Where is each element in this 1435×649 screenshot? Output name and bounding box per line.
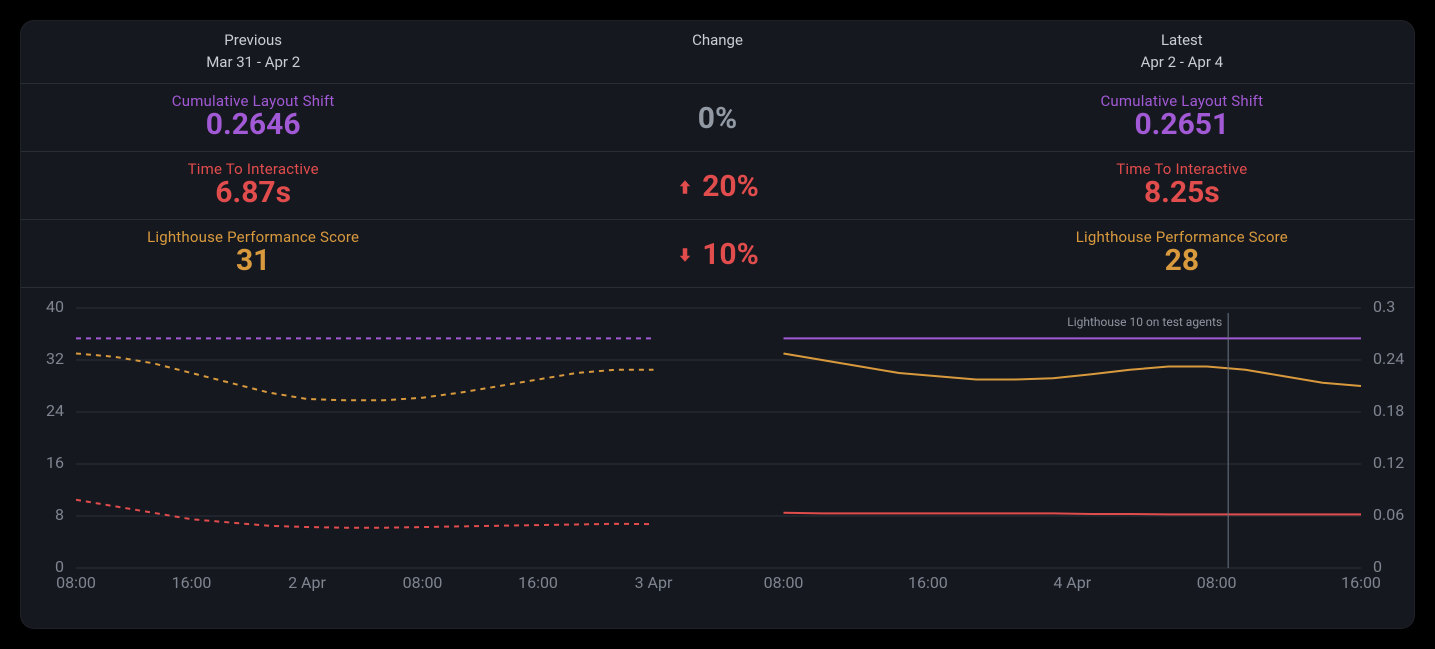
- chart-svg: 081624324000.060.120.180.240.308:0016:00…: [21, 288, 1415, 608]
- svg-text:8: 8: [55, 505, 64, 524]
- header-latest-range: Apr 2 - Apr 4: [950, 53, 1414, 71]
- metric-tti-latest: Time To Interactive 8.25s: [950, 152, 1414, 219]
- metric-tti-change: 20%: [485, 152, 949, 219]
- metric-lh-change-text: 10%: [702, 238, 759, 271]
- arrow-down-icon: [676, 246, 694, 264]
- metric-cls-latest: Cumulative Layout Shift 0.2651: [950, 84, 1414, 151]
- metric-lh-latest: Lighthouse Performance Score 28: [950, 220, 1414, 287]
- metric-tti-change-value: 20%: [676, 170, 759, 203]
- metric-cls-previous-value: 0.2646: [21, 108, 485, 141]
- svg-text:4 Apr: 4 Apr: [1053, 573, 1091, 592]
- metric-lh-previous: Lighthouse Performance Score 31: [21, 220, 485, 287]
- metric-tti-change-text: 20%: [702, 170, 759, 203]
- svg-text:0.12: 0.12: [1373, 453, 1404, 472]
- metric-cls-latest-value: 0.2651: [950, 108, 1414, 141]
- header-previous: Previous Mar 31 - Apr 2: [21, 21, 485, 83]
- svg-text:32: 32: [46, 349, 64, 368]
- metric-tti-previous: Time To Interactive 6.87s: [21, 152, 485, 219]
- metric-cls-change: 0%: [485, 84, 949, 151]
- svg-text:0.24: 0.24: [1373, 349, 1404, 368]
- header-latest-title: Latest: [950, 31, 1414, 49]
- metric-row-lighthouse: Lighthouse Performance Score 31 10% Ligh…: [21, 220, 1414, 288]
- svg-text:16: 16: [46, 453, 64, 472]
- svg-text:3 Apr: 3 Apr: [635, 573, 673, 592]
- svg-text:2 Apr: 2 Apr: [288, 573, 326, 592]
- svg-text:16:00: 16:00: [1341, 573, 1381, 592]
- metric-tti-latest-value: 8.25s: [950, 176, 1414, 209]
- metric-cls-change-value: 0%: [698, 102, 737, 135]
- metric-lh-latest-value: 28: [950, 244, 1414, 277]
- header-change: Change: [485, 21, 949, 83]
- svg-text:16:00: 16:00: [518, 573, 558, 592]
- header-previous-title: Previous: [21, 31, 485, 49]
- header-latest: Latest Apr 2 - Apr 4: [950, 21, 1414, 83]
- header-change-title: Change: [485, 31, 949, 49]
- svg-text:16:00: 16:00: [908, 573, 948, 592]
- header-row: Previous Mar 31 - Apr 2 Change Latest Ap…: [21, 21, 1414, 84]
- metric-lh-change: 10%: [485, 220, 949, 287]
- svg-text:0.18: 0.18: [1373, 401, 1404, 420]
- metric-row-cls: Cumulative Layout Shift 0.2646 0% Cumula…: [21, 84, 1414, 152]
- perf-comparison-card: Previous Mar 31 - Apr 2 Change Latest Ap…: [20, 20, 1415, 629]
- svg-text:40: 40: [46, 297, 64, 316]
- svg-text:16:00: 16:00: [172, 573, 212, 592]
- svg-text:08:00: 08:00: [1197, 573, 1237, 592]
- header-previous-range: Mar 31 - Apr 2: [21, 53, 485, 71]
- svg-text:Lighthouse 10 on test agents: Lighthouse 10 on test agents: [1067, 315, 1222, 329]
- svg-text:08:00: 08:00: [56, 573, 96, 592]
- comparison-chart: 081624324000.060.120.180.240.308:0016:00…: [21, 288, 1414, 608]
- metric-row-tti: Time To Interactive 6.87s 20% Time To In…: [21, 152, 1414, 220]
- svg-text:08:00: 08:00: [403, 573, 443, 592]
- svg-text:08:00: 08:00: [764, 573, 804, 592]
- svg-text:0.3: 0.3: [1373, 297, 1395, 316]
- metric-tti-previous-value: 6.87s: [21, 176, 485, 209]
- metric-cls-previous: Cumulative Layout Shift 0.2646: [21, 84, 485, 151]
- svg-text:24: 24: [46, 401, 64, 420]
- metric-lh-change-value: 10%: [676, 238, 759, 271]
- arrow-up-icon: [676, 178, 694, 196]
- svg-text:0.06: 0.06: [1373, 505, 1404, 524]
- metric-lh-previous-value: 31: [21, 244, 485, 277]
